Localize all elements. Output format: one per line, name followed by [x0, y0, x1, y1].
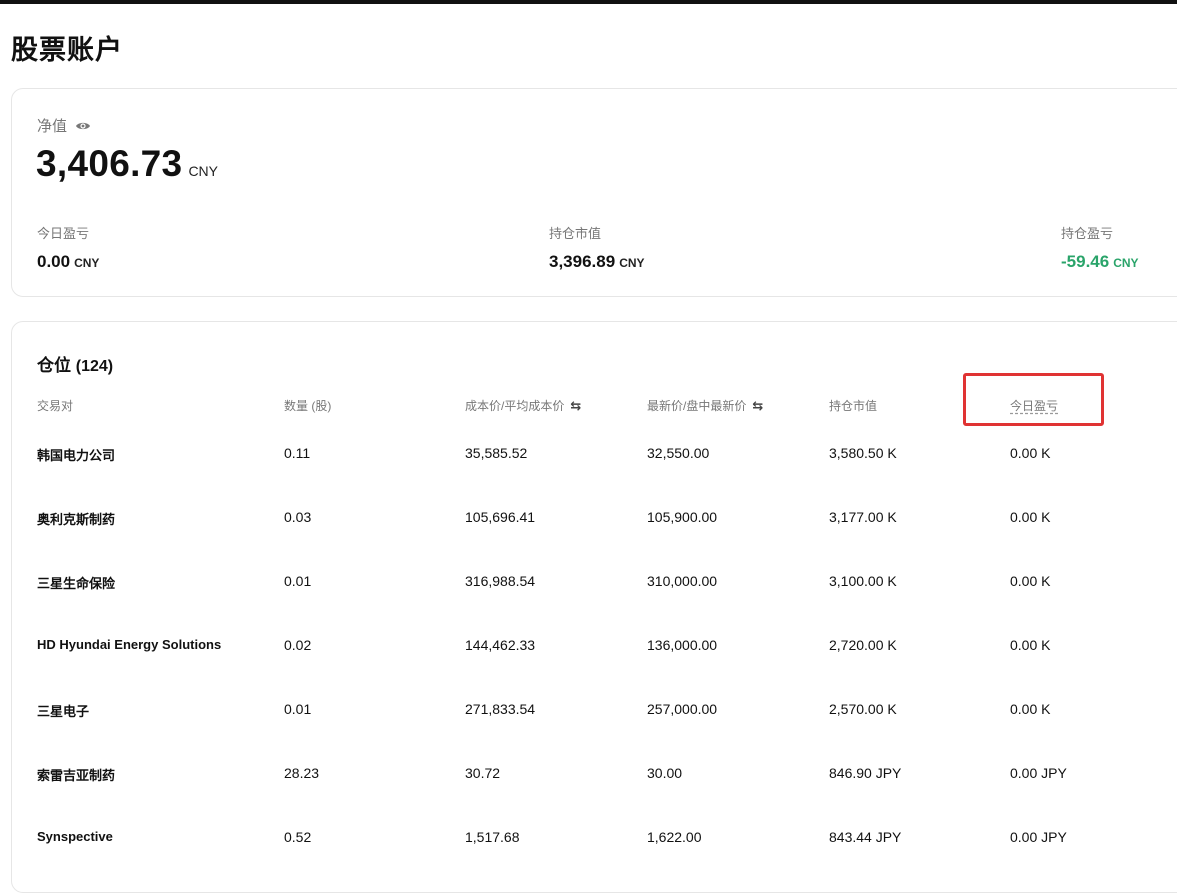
cell-market-value: 2,570.00 K [829, 701, 897, 717]
positions-title-text: 仓位 [37, 356, 71, 375]
cell-market-value: 843.44 JPY [829, 829, 902, 845]
cell-latest: 1,622.00 [647, 829, 702, 845]
table-row[interactable]: Synspective 0.52 1,517.68 1,622.00 843.4… [12, 829, 1177, 893]
position-pnl-stat: 持仓盈亏 -59.46 CNY [1061, 223, 1139, 272]
header-cost-label: 成本价/平均成本价 [465, 399, 565, 413]
cell-today-pnl: 0.00 K [1010, 445, 1051, 461]
cell-latest: 30.00 [647, 765, 683, 781]
cell-qty: 0.01 [284, 573, 312, 589]
header-quantity: 数量 (股) [284, 397, 331, 414]
cell-name: 三星电子 [37, 704, 90, 719]
position-pnl-unit: CNY [1113, 256, 1139, 270]
cell-latest: 310,000.00 [647, 573, 718, 589]
cell-qty: 0.52 [284, 829, 312, 845]
cell-market-value: 3,177.00 K [829, 509, 897, 525]
cell-qty: 0.02 [284, 637, 312, 653]
cell-cost: 1,517.68 [465, 829, 520, 845]
cell-name: 三星生命保险 [37, 576, 116, 591]
eye-icon[interactable] [75, 118, 91, 134]
header-market-value-label: 持仓市值 [829, 399, 878, 413]
position-pnl-label: 持仓盈亏 [1061, 226, 1114, 241]
cell-today-pnl: 0.00 JPY [1010, 829, 1067, 845]
account-summary-card: 净值 3,406.73 CNY 今日盈亏 0.00 CNY 持仓市值 3,396… [11, 88, 1177, 297]
cell-cost: 271,833.54 [465, 701, 536, 717]
market-value-label: 持仓市值 [549, 226, 602, 241]
top-bar [0, 0, 1177, 4]
cell-market-value: 2,720.00 K [829, 637, 897, 653]
cell-name: Synspective [37, 829, 113, 844]
cell-cost: 30.72 [465, 765, 501, 781]
cell-name: 索雷吉亚制药 [37, 768, 116, 783]
cell-qty: 0.03 [284, 509, 312, 525]
page-title: 股票账户 [11, 35, 123, 65]
cell-latest: 136,000.00 [647, 637, 718, 653]
cell-name: 韩国电力公司 [37, 448, 116, 463]
today-pnl-label: 今日盈亏 [37, 226, 90, 241]
cell-today-pnl: 0.00 K [1010, 573, 1051, 589]
today-pnl-amount: 0.00 [37, 252, 71, 271]
swap-icon[interactable]: ⇆ [752, 398, 763, 414]
cell-qty: 0.01 [284, 701, 312, 717]
cell-market-value: 3,580.50 K [829, 445, 897, 461]
net-value: 3,406.73 CNY [36, 143, 218, 185]
net-value-label-group: 净值 [37, 115, 91, 136]
positions-card: 仓位 (124) 交易对 数量 (股) 成本价/平均成本价 ⇆ 最新价/盘中最新… [11, 321, 1177, 893]
header-cost[interactable]: 成本价/平均成本价 ⇆ [465, 397, 581, 414]
header-market-value: 持仓市值 [829, 397, 877, 414]
table-row[interactable]: 三星电子 0.01 271,833.54 257,000.00 2,570.00… [12, 701, 1177, 765]
cell-today-pnl: 0.00 K [1010, 701, 1051, 717]
cell-cost: 105,696.41 [465, 509, 536, 525]
cell-qty: 28.23 [284, 765, 320, 781]
cell-name: HD Hyundai Energy Solutions [37, 637, 222, 652]
highlight-box [963, 373, 1104, 426]
net-value-unit: CNY [188, 163, 218, 179]
positions-count: (124) [75, 358, 114, 375]
header-pair: 交易对 [37, 397, 73, 414]
cell-cost: 144,462.33 [465, 637, 536, 653]
cell-latest: 32,550.00 [647, 445, 710, 461]
cell-market-value: 846.90 JPY [829, 765, 902, 781]
cell-name: 奥利克斯制药 [37, 512, 116, 527]
market-value-unit: CNY [619, 256, 645, 270]
cell-cost: 316,988.54 [465, 573, 536, 589]
cell-latest: 105,900.00 [647, 509, 718, 525]
table-row[interactable]: 索雷吉亚制药 28.23 30.72 30.00 846.90 JPY 0.00… [12, 765, 1177, 829]
table-row[interactable]: 三星生命保险 0.01 316,988.54 310,000.00 3,100.… [12, 573, 1177, 637]
market-value-amount: 3,396.89 [549, 252, 616, 271]
table-row[interactable]: HD Hyundai Energy Solutions 0.02 144,462… [12, 637, 1177, 701]
header-latest-label: 最新价/盘中最新价 [647, 399, 747, 413]
header-quantity-label: 数量 (股) [284, 399, 332, 413]
swap-icon[interactable]: ⇆ [570, 398, 581, 414]
header-latest[interactable]: 最新价/盘中最新价 ⇆ [647, 397, 763, 414]
today-pnl-stat: 今日盈亏 0.00 CNY [37, 223, 99, 272]
today-pnl-unit: CNY [74, 256, 100, 270]
cell-today-pnl: 0.00 K [1010, 509, 1051, 525]
market-value-stat: 持仓市值 3,396.89 CNY [549, 223, 645, 272]
cell-today-pnl: 0.00 JPY [1010, 765, 1067, 781]
cell-today-pnl: 0.00 K [1010, 637, 1051, 653]
net-value-label: 净值 [37, 118, 68, 135]
table-row[interactable]: 韩国电力公司 0.11 35,585.52 32,550.00 3,580.50… [12, 445, 1177, 509]
cell-latest: 257,000.00 [647, 701, 718, 717]
cell-market-value: 3,100.00 K [829, 573, 897, 589]
positions-title: 仓位 (124) [37, 351, 113, 376]
cell-cost: 35,585.52 [465, 445, 528, 461]
net-value-amount: 3,406.73 [36, 143, 183, 184]
cell-qty: 0.11 [284, 445, 311, 461]
table-row[interactable]: 奥利克斯制药 0.03 105,696.41 105,900.00 3,177.… [12, 509, 1177, 573]
header-pair-label: 交易对 [37, 399, 74, 413]
position-pnl-amount: -59.46 [1061, 252, 1110, 271]
